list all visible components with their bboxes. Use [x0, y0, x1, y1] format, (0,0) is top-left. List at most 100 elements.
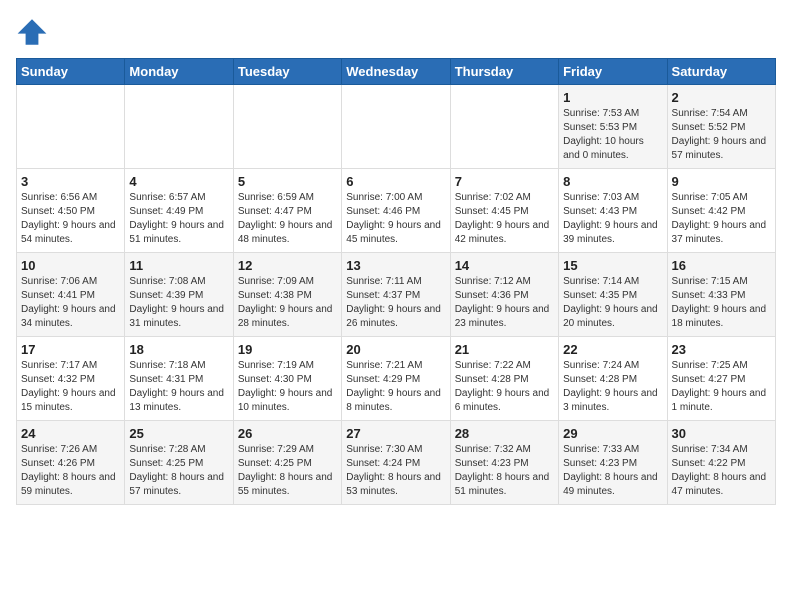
- day-number: 3: [21, 174, 120, 189]
- day-number: 4: [129, 174, 228, 189]
- calendar-cell: 5 Sunrise: 6:59 AM Sunset: 4:47 PM Daylig…: [233, 169, 341, 253]
- calendar-table: SundayMondayTuesdayWednesdayThursdayFrid…: [16, 58, 776, 505]
- day-info: Sunrise: 7:54 AM Sunset: 5:52 PM Dayligh…: [672, 107, 771, 163]
- day-number: 30: [672, 426, 771, 441]
- day-info: Sunrise: 7:24 AM Sunset: 4:28 PM Dayligh…: [563, 359, 662, 415]
- calendar-cell: 3 Sunrise: 6:56 AM Sunset: 4:50 PM Daylig…: [17, 169, 125, 253]
- day-info: Sunrise: 7:06 AM Sunset: 4:41 PM Dayligh…: [21, 275, 120, 331]
- calendar-cell: 10Sunrise: 7:06 AM Sunset: 4:41 PM Dayli…: [17, 253, 125, 337]
- day-number: 28: [455, 426, 554, 441]
- calendar-cell: 24 Sunrise: 7:26 AM Sunset: 4:26 PM Dayli…: [17, 421, 125, 505]
- day-info: Sunrise: 6:59 AM Sunset: 4:47 PM Dayligh…: [238, 191, 337, 247]
- calendar-cell: 11 Sunrise: 7:08 AM Sunset: 4:39 PM Dayli…: [125, 253, 233, 337]
- day-number: 5: [238, 174, 337, 189]
- day-info: Sunrise: 7:14 AM Sunset: 4:35 PM Dayligh…: [563, 275, 662, 331]
- calendar-cell: 21 Sunrise: 7:22 AM Sunset: 4:28 PM Dayli…: [450, 337, 558, 421]
- day-info: Sunrise: 7:09 AM Sunset: 4:38 PM Dayligh…: [238, 275, 337, 331]
- logo: [16, 16, 52, 48]
- day-number: 14: [455, 258, 554, 273]
- logo-icon: [16, 16, 48, 48]
- calendar-week-row: 17 Sunrise: 7:17 AM Sunset: 4:32 PM Dayli…: [17, 337, 776, 421]
- day-info: Sunrise: 7:11 AM Sunset: 4:37 PM Dayligh…: [346, 275, 445, 331]
- calendar-week-row: 10Sunrise: 7:06 AM Sunset: 4:41 PM Dayli…: [17, 253, 776, 337]
- day-info: Sunrise: 7:28 AM Sunset: 4:25 PM Dayligh…: [129, 443, 228, 499]
- calendar-cell: 23Sunrise: 7:25 AM Sunset: 4:27 PM Dayli…: [667, 337, 775, 421]
- header-day-thursday: Thursday: [450, 59, 558, 85]
- calendar-cell: 28 Sunrise: 7:32 AM Sunset: 4:23 PM Dayli…: [450, 421, 558, 505]
- day-number: 29: [563, 426, 662, 441]
- calendar-cell: [450, 85, 558, 169]
- day-info: Sunrise: 7:33 AM Sunset: 4:23 PM Dayligh…: [563, 443, 662, 499]
- calendar-cell: [17, 85, 125, 169]
- day-number: 18: [129, 342, 228, 357]
- day-info: Sunrise: 7:19 AM Sunset: 4:30 PM Dayligh…: [238, 359, 337, 415]
- day-number: 9: [672, 174, 771, 189]
- day-info: Sunrise: 7:26 AM Sunset: 4:26 PM Dayligh…: [21, 443, 120, 499]
- header-day-saturday: Saturday: [667, 59, 775, 85]
- day-number: 26: [238, 426, 337, 441]
- day-info: Sunrise: 7:32 AM Sunset: 4:23 PM Dayligh…: [455, 443, 554, 499]
- day-number: 13: [346, 258, 445, 273]
- calendar-cell: 19 Sunrise: 7:19 AM Sunset: 4:30 PM Dayli…: [233, 337, 341, 421]
- calendar-cell: [342, 85, 450, 169]
- day-info: Sunrise: 7:22 AM Sunset: 4:28 PM Dayligh…: [455, 359, 554, 415]
- day-number: 7: [455, 174, 554, 189]
- calendar-week-row: 3 Sunrise: 6:56 AM Sunset: 4:50 PM Daylig…: [17, 169, 776, 253]
- calendar-cell: 15 Sunrise: 7:14 AM Sunset: 4:35 PM Dayli…: [559, 253, 667, 337]
- day-number: 1: [563, 90, 662, 105]
- calendar-cell: [125, 85, 233, 169]
- day-number: 19: [238, 342, 337, 357]
- calendar-cell: 17 Sunrise: 7:17 AM Sunset: 4:32 PM Dayli…: [17, 337, 125, 421]
- day-info: Sunrise: 7:18 AM Sunset: 4:31 PM Dayligh…: [129, 359, 228, 415]
- day-number: 21: [455, 342, 554, 357]
- calendar-cell: 6 Sunrise: 7:00 AM Sunset: 4:46 PM Daylig…: [342, 169, 450, 253]
- header-day-wednesday: Wednesday: [342, 59, 450, 85]
- day-info: Sunrise: 7:03 AM Sunset: 4:43 PM Dayligh…: [563, 191, 662, 247]
- day-info: Sunrise: 6:56 AM Sunset: 4:50 PM Dayligh…: [21, 191, 120, 247]
- calendar-cell: 26Sunrise: 7:29 AM Sunset: 4:25 PM Dayli…: [233, 421, 341, 505]
- day-number: 16: [672, 258, 771, 273]
- day-info: Sunrise: 7:08 AM Sunset: 4:39 PM Dayligh…: [129, 275, 228, 331]
- header-day-tuesday: Tuesday: [233, 59, 341, 85]
- calendar-cell: 29 Sunrise: 7:33 AM Sunset: 4:23 PM Dayli…: [559, 421, 667, 505]
- header-day-sunday: Sunday: [17, 59, 125, 85]
- calendar-cell: 9 Sunrise: 7:05 AM Sunset: 4:42 PM Daylig…: [667, 169, 775, 253]
- day-info: Sunrise: 7:21 AM Sunset: 4:29 PM Dayligh…: [346, 359, 445, 415]
- day-info: Sunrise: 7:34 AM Sunset: 4:22 PM Dayligh…: [672, 443, 771, 499]
- calendar-week-row: 1Sunrise: 7:53 AM Sunset: 5:53 PM Daylig…: [17, 85, 776, 169]
- day-info: Sunrise: 7:17 AM Sunset: 4:32 PM Dayligh…: [21, 359, 120, 415]
- day-info: Sunrise: 7:02 AM Sunset: 4:45 PM Dayligh…: [455, 191, 554, 247]
- day-info: Sunrise: 7:05 AM Sunset: 4:42 PM Dayligh…: [672, 191, 771, 247]
- day-number: 27: [346, 426, 445, 441]
- calendar-cell: [233, 85, 341, 169]
- calendar-cell: 27 Sunrise: 7:30 AM Sunset: 4:24 PM Dayli…: [342, 421, 450, 505]
- day-number: 17: [21, 342, 120, 357]
- day-info: Sunrise: 7:00 AM Sunset: 4:46 PM Dayligh…: [346, 191, 445, 247]
- day-number: 11: [129, 258, 228, 273]
- day-number: 2: [672, 90, 771, 105]
- calendar-cell: 22 Sunrise: 7:24 AM Sunset: 4:28 PM Dayli…: [559, 337, 667, 421]
- day-info: Sunrise: 7:25 AM Sunset: 4:27 PM Dayligh…: [672, 359, 771, 415]
- day-number: 24: [21, 426, 120, 441]
- day-number: 12: [238, 258, 337, 273]
- calendar-cell: 12 Sunrise: 7:09 AM Sunset: 4:38 PM Dayli…: [233, 253, 341, 337]
- calendar-cell: 2 Sunrise: 7:54 AM Sunset: 5:52 PM Daylig…: [667, 85, 775, 169]
- day-info: Sunrise: 7:12 AM Sunset: 4:36 PM Dayligh…: [455, 275, 554, 331]
- day-number: 20: [346, 342, 445, 357]
- calendar-cell: 4 Sunrise: 6:57 AM Sunset: 4:49 PM Daylig…: [125, 169, 233, 253]
- calendar-cell: 18 Sunrise: 7:18 AM Sunset: 4:31 PM Dayli…: [125, 337, 233, 421]
- day-info: Sunrise: 6:57 AM Sunset: 4:49 PM Dayligh…: [129, 191, 228, 247]
- day-number: 25: [129, 426, 228, 441]
- day-info: Sunrise: 7:15 AM Sunset: 4:33 PM Dayligh…: [672, 275, 771, 331]
- day-info: Sunrise: 7:30 AM Sunset: 4:24 PM Dayligh…: [346, 443, 445, 499]
- day-number: 22: [563, 342, 662, 357]
- calendar-header-row: SundayMondayTuesdayWednesdayThursdayFrid…: [17, 59, 776, 85]
- day-number: 6: [346, 174, 445, 189]
- calendar-cell: 25 Sunrise: 7:28 AM Sunset: 4:25 PM Dayli…: [125, 421, 233, 505]
- calendar-cell: 1Sunrise: 7:53 AM Sunset: 5:53 PM Daylig…: [559, 85, 667, 169]
- calendar-cell: 7 Sunrise: 7:02 AM Sunset: 4:45 PM Daylig…: [450, 169, 558, 253]
- calendar-cell: 14 Sunrise: 7:12 AM Sunset: 4:36 PM Dayli…: [450, 253, 558, 337]
- header-day-monday: Monday: [125, 59, 233, 85]
- calendar-week-row: 24 Sunrise: 7:26 AM Sunset: 4:26 PM Dayli…: [17, 421, 776, 505]
- day-number: 15: [563, 258, 662, 273]
